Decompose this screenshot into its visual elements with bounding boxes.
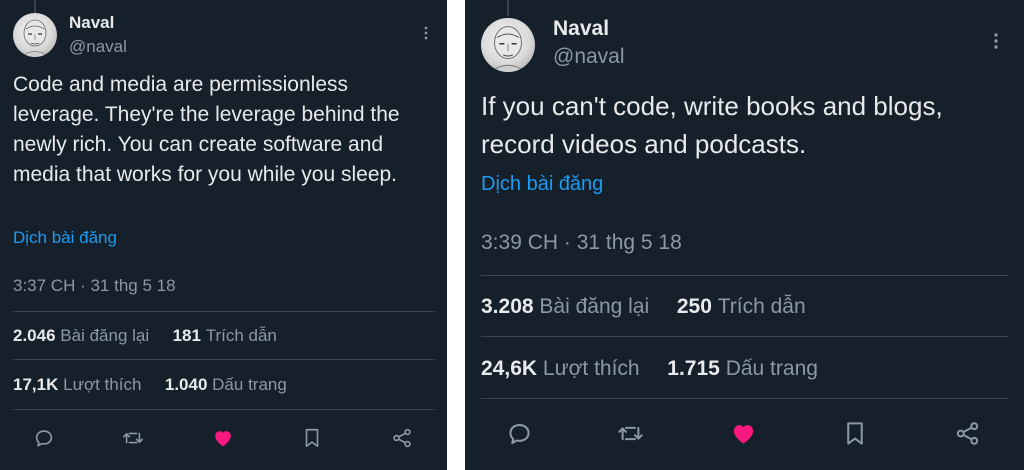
stats-row-likes-bookmarks: 17,1K Lượt thích 1.040 Dấu trang	[13, 375, 287, 395]
likes-label: Lượt thích	[542, 357, 640, 380]
thread-line	[507, 0, 509, 16]
divider	[13, 409, 435, 410]
tweet-card-left: Naval @naval Code and media are permissi…	[0, 0, 447, 470]
bookmark-icon	[847, 421, 863, 445]
divider	[481, 275, 1008, 276]
like-button[interactable]	[726, 416, 760, 450]
quotes-count: 181	[172, 326, 201, 345]
reply-button[interactable]	[502, 416, 536, 450]
more-icon[interactable]	[420, 24, 432, 42]
share-button[interactable]	[388, 424, 416, 452]
reposts-label: Bài đăng lại	[539, 295, 650, 318]
thread-line	[34, 0, 36, 13]
reply-icon	[35, 430, 53, 447]
share-icon	[956, 421, 978, 445]
author-handle[interactable]: @naval	[553, 45, 625, 69]
avatar[interactable]	[481, 18, 535, 72]
bookmarks-label: Dấu trang	[725, 357, 818, 380]
divider	[13, 311, 435, 312]
reply-icon	[508, 423, 530, 444]
translate-post-link[interactable]: Dịch bài đăng	[13, 228, 117, 248]
timestamp[interactable]: 3:37 CH · 31 thg 5 18	[13, 276, 176, 296]
tweet-text: Code and media are permissionless levera…	[13, 73, 400, 186]
reposts-label: Bài đăng lại	[60, 326, 150, 345]
author-handle[interactable]: @naval	[69, 37, 127, 57]
bookmarks-stat[interactable]: 1.715 Dấu trang	[667, 357, 818, 381]
stats-row-reposts-quotes: 3.208 Bài đăng lại 250 Trích dẫn	[481, 295, 806, 319]
bookmarks-stat[interactable]: 1.040 Dấu trang	[165, 375, 287, 395]
avatar[interactable]	[13, 13, 57, 57]
divider	[13, 359, 435, 360]
divider	[481, 398, 1008, 399]
more-icon[interactable]	[989, 30, 1003, 52]
divider	[481, 336, 1008, 337]
bookmark-button[interactable]	[298, 424, 326, 452]
quotes-label: Trích dẫn	[717, 295, 806, 318]
action-bar	[0, 420, 447, 454]
quotes-count: 250	[676, 295, 712, 318]
bookmarks-label: Dấu trang	[212, 375, 287, 394]
share-icon	[393, 428, 411, 448]
repost-icon	[617, 426, 643, 440]
action-bar	[465, 412, 1024, 452]
share-button[interactable]	[950, 416, 984, 450]
bookmarks-count: 1.040	[164, 375, 208, 394]
timestamp[interactable]: 3:39 CH · 31 thg 5 18	[481, 231, 682, 255]
like-icon	[215, 431, 231, 447]
reposts-stat[interactable]: 3.208 Bài đăng lại	[481, 295, 649, 319]
like-button[interactable]	[209, 424, 237, 452]
bookmark-button[interactable]	[838, 416, 872, 450]
likes-count: 17,1K	[13, 375, 59, 394]
quotes-stat[interactable]: 250 Trích dẫn	[677, 295, 806, 319]
likes-count: 24,6K	[481, 357, 538, 380]
likes-label: Lượt thích	[63, 375, 142, 394]
repost-icon	[123, 432, 143, 444]
author-name[interactable]: Naval	[553, 17, 609, 41]
bookmarks-count: 1.715	[667, 357, 720, 380]
reposts-stat[interactable]: 2.046 Bài đăng lại	[13, 326, 149, 346]
bookmark-icon	[305, 428, 319, 448]
reposts-count: 3.208	[481, 295, 534, 318]
repost-button[interactable]	[613, 416, 647, 450]
quotes-stat[interactable]: 181 Trích dẫn	[173, 326, 277, 346]
reposts-count: 2.046	[13, 326, 56, 345]
reply-button[interactable]	[30, 424, 58, 452]
likes-stat[interactable]: 24,6K Lượt thích	[481, 357, 640, 381]
likes-stat[interactable]: 17,1K Lượt thích	[13, 375, 141, 395]
like-icon	[733, 424, 753, 444]
translate-post-link[interactable]: Dịch bài đăng	[481, 173, 603, 196]
tweet-text: If you can't code, write books and blogs…	[481, 91, 943, 159]
quotes-label: Trích dẫn	[205, 326, 277, 345]
author-name[interactable]: Naval	[69, 13, 114, 33]
stats-row-reposts-quotes: 2.046 Bài đăng lại 181 Trích dẫn	[13, 326, 277, 346]
stats-row-likes-bookmarks: 24,6K Lượt thích 1.715 Dấu trang	[481, 357, 818, 381]
repost-button[interactable]	[119, 424, 147, 452]
tweet-card-right: Naval @naval If you can't code, write bo…	[465, 0, 1024, 470]
